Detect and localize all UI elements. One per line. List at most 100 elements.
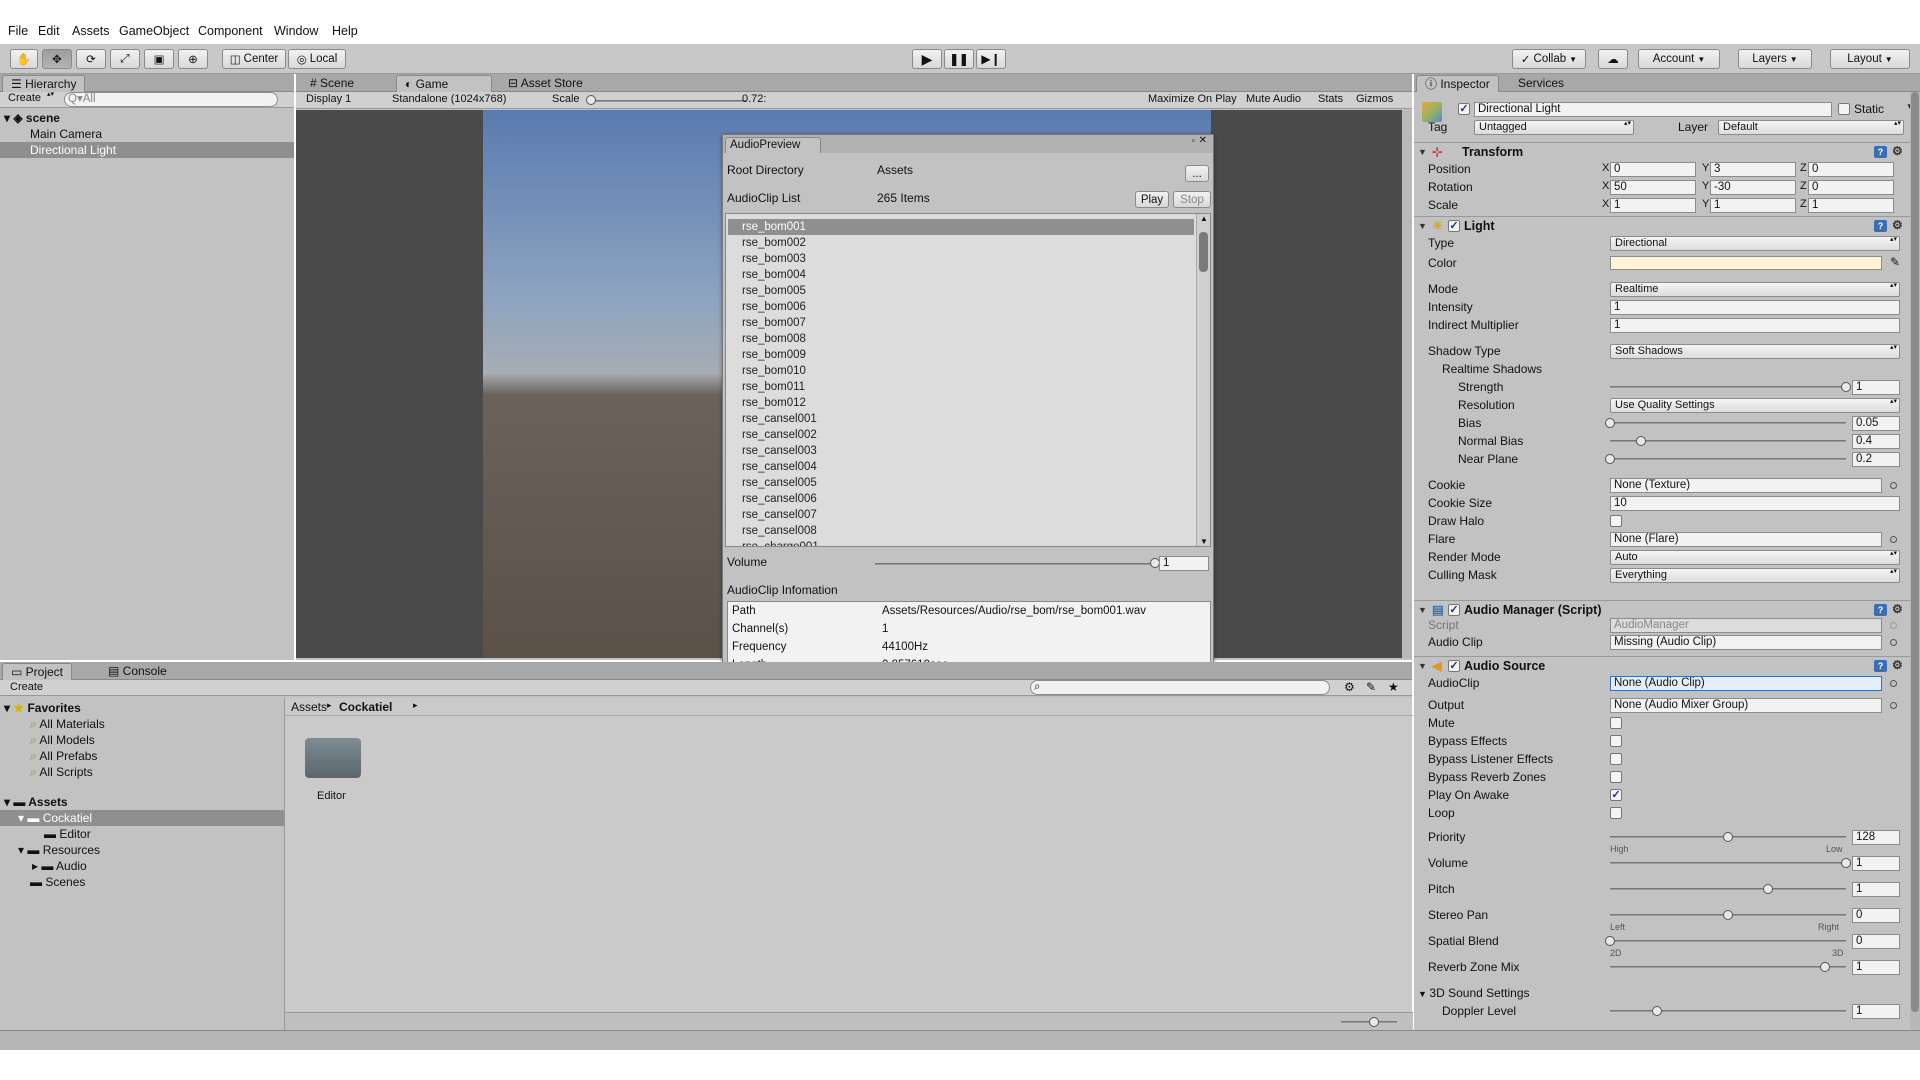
bypass-listener-checkbox[interactable] xyxy=(1610,753,1622,765)
pan-field[interactable]: 0 xyxy=(1852,908,1900,923)
rect-tool-button[interactable]: ▣ xyxy=(144,49,174,69)
sound-3d-foldout[interactable]: ▼ 3D Sound Settings xyxy=(1418,986,1530,1000)
am-audio-clip-field[interactable]: Missing (Audio Clip) xyxy=(1610,635,1882,650)
editor-folder-label[interactable]: Editor xyxy=(317,790,346,802)
tab-project[interactable]: ▭ Project xyxy=(2,663,73,680)
transform-position-z-field[interactable]: 0 xyxy=(1808,162,1894,177)
move-tool-button[interactable]: ✥ xyxy=(42,49,72,69)
stats-toggle[interactable]: Stats xyxy=(1318,93,1343,105)
browse-button[interactable]: ... xyxy=(1185,165,1209,182)
priority-field[interactable]: 128 xyxy=(1852,830,1900,845)
list-item[interactable]: rse_bom010 xyxy=(742,363,806,379)
pitch-slider-track[interactable] xyxy=(1610,888,1846,890)
editor-folder-icon[interactable] xyxy=(305,738,361,778)
audio-preview-tab[interactable]: AudioPreview xyxy=(725,137,821,153)
list-scrollbar[interactable]: ▲ ▼ xyxy=(1196,214,1210,546)
priority-slider-knob[interactable] xyxy=(1723,832,1733,842)
hand-tool-button[interactable]: ✋ xyxy=(10,49,38,69)
project-create-dropdown[interactable]: Create xyxy=(10,681,43,693)
as-audioclip-field[interactable]: None (Audio Clip) xyxy=(1610,676,1882,691)
menu-help[interactable]: Help xyxy=(332,24,358,38)
preview-volume-track[interactable] xyxy=(875,563,1155,565)
step-button[interactable]: ▶❙ xyxy=(976,49,1006,69)
strength-slider-knob[interactable] xyxy=(1841,382,1851,392)
layer-dropdown[interactable]: Default xyxy=(1718,120,1904,135)
strength-field[interactable]: 1 xyxy=(1852,380,1900,395)
bypass-checkbox[interactable] xyxy=(1610,735,1622,747)
pivot-center-button[interactable]: ◫ Center xyxy=(222,49,286,69)
list-item[interactable]: rse_cansel001 xyxy=(742,411,817,427)
list-item[interactable]: rse_bom007 xyxy=(742,315,806,331)
rotate-tool-button[interactable]: ⟳ xyxy=(76,49,106,69)
assets-node[interactable]: ▾ ▬ Assets xyxy=(4,794,68,810)
pan-slider-knob[interactable] xyxy=(1723,910,1733,920)
list-item[interactable]: rse_cansel002 xyxy=(742,427,817,443)
gear-icon[interactable]: ⚙ xyxy=(1892,144,1903,158)
game-scrollbar[interactable] xyxy=(1402,110,1412,658)
list-item[interactable]: rse_bom003 xyxy=(742,251,806,267)
spatial-field[interactable]: 0 xyxy=(1852,934,1900,949)
filter-type-icon[interactable]: ⚙ xyxy=(1344,680,1355,694)
help-icon[interactable]: ? xyxy=(1874,220,1887,232)
fav-all-materials[interactable]: ⌕ All Materials xyxy=(30,716,105,732)
nbias-field[interactable]: 0.4 xyxy=(1852,434,1900,449)
doppler-field[interactable]: 1 xyxy=(1852,1004,1900,1019)
bias-slider-track[interactable] xyxy=(1610,422,1846,424)
project-search-input[interactable]: ⌕ xyxy=(1030,680,1330,695)
gear-icon[interactable]: ⚙ xyxy=(1892,218,1903,232)
nbias-slider-knob[interactable] xyxy=(1635,436,1646,446)
tab-asset-store[interactable]: ⊟ Asset Store xyxy=(500,75,591,92)
menu-edit[interactable]: Edit xyxy=(38,24,60,38)
cull-dropdown[interactable]: Everything xyxy=(1610,568,1900,583)
gizmos-dropdown[interactable]: Gizmos xyxy=(1356,93,1393,105)
stop-clip-button[interactable]: Stop xyxy=(1173,191,1211,208)
mute-audio-toggle[interactable]: Mute Audio xyxy=(1246,93,1301,105)
cookie-field[interactable]: None (Texture) xyxy=(1610,478,1882,493)
scale-slider-track[interactable] xyxy=(590,100,746,102)
csize-field[interactable]: 10 xyxy=(1610,496,1900,511)
spatial-slider-track[interactable] xyxy=(1610,940,1846,942)
close-icon[interactable]: ✕ xyxy=(1199,135,1207,146)
resolution-dropdown[interactable]: Standalone (1024x768) xyxy=(392,93,506,105)
type-dropdown[interactable]: Directional xyxy=(1610,236,1900,251)
account-button[interactable]: Account ▼ xyxy=(1638,49,1720,69)
strength-slider-track[interactable] xyxy=(1610,386,1846,388)
inspector-scrollbar[interactable] xyxy=(1910,92,1920,1030)
volume-slider-knob[interactable] xyxy=(1841,858,1851,868)
tab-hierarchy[interactable]: ☰ Hierarchy xyxy=(2,75,86,92)
tab-services[interactable]: Services xyxy=(1510,75,1572,92)
doppler-slider-track[interactable] xyxy=(1610,1010,1846,1012)
list-item[interactable]: rse_cansel008 xyxy=(742,523,817,539)
preview-volume-field[interactable]: 1 xyxy=(1159,556,1209,571)
tree-resources[interactable]: ▾ ▬ Resources xyxy=(18,842,100,858)
layout-button[interactable]: Layout ▼ xyxy=(1830,49,1910,69)
transform-position-x-field[interactable]: 0 xyxy=(1610,162,1696,177)
menu-file[interactable]: File xyxy=(8,24,28,38)
doppler-slider-knob[interactable] xyxy=(1652,1006,1663,1016)
shadow-dropdown[interactable]: Soft Shadows xyxy=(1610,344,1900,359)
scale-slider-knob[interactable] xyxy=(586,95,596,105)
list-item[interactable]: rse_cansel006 xyxy=(742,491,817,507)
list-item[interactable]: rse_cansel003 xyxy=(742,443,817,459)
gear-icon[interactable]: ⚙ xyxy=(1892,658,1903,672)
reverb-slider-knob[interactable] xyxy=(1819,962,1830,972)
intensity-field[interactable]: 1 xyxy=(1610,300,1900,315)
hierarchy-search-input[interactable]: Q▾All xyxy=(64,92,278,107)
list-item[interactable]: rse_bom008 xyxy=(742,331,806,347)
transform-scale-x-field[interactable]: 1 xyxy=(1610,198,1696,213)
output-field[interactable]: None (Audio Mixer Group) xyxy=(1610,698,1882,713)
favorites-node[interactable]: ▾ ★ Favorites xyxy=(4,700,81,716)
object-name-input[interactable]: Directional Light xyxy=(1474,102,1832,117)
volume-slider-track[interactable] xyxy=(1610,862,1846,864)
icon-size-knob[interactable] xyxy=(1369,1017,1379,1027)
collab-button[interactable]: ✓ Collab ▼ xyxy=(1512,49,1586,69)
list-item[interactable]: rse_bom006 xyxy=(742,299,806,315)
list-item[interactable]: rse_cansel007 xyxy=(742,507,817,523)
hierarchy-item-main-camera[interactable]: Main Camera xyxy=(30,126,102,142)
res-dropdown[interactable]: Use Quality Settings xyxy=(1610,398,1900,413)
play-clip-button[interactable]: Play xyxy=(1135,191,1169,208)
indirect-field[interactable]: 1 xyxy=(1610,318,1900,333)
tag-dropdown[interactable]: Untagged xyxy=(1474,120,1634,135)
audio-source-header[interactable]: ▼ ◀ ✓ Audio Source ? ⚙ xyxy=(1414,656,1910,674)
color-swatch[interactable] xyxy=(1610,256,1882,270)
